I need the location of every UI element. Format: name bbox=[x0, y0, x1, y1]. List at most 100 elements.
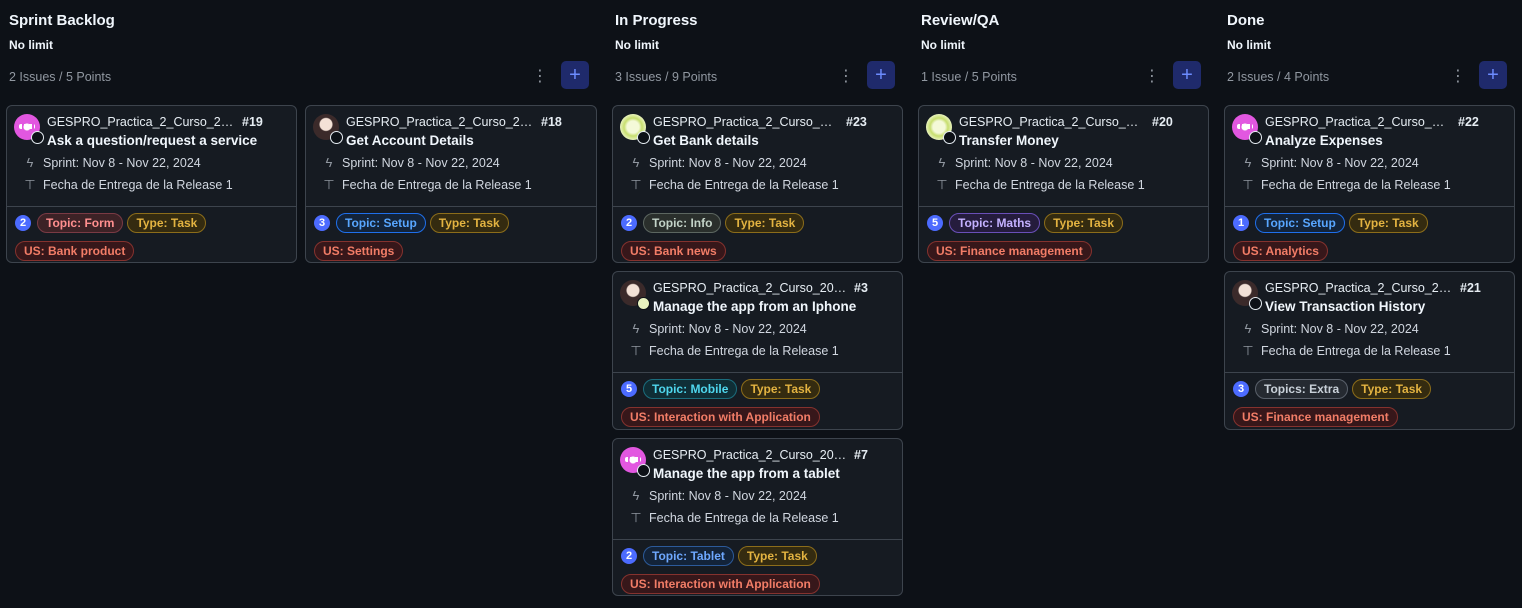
column-count: 2 Issues / 4 Points bbox=[1227, 70, 1330, 84]
type-label[interactable]: Type: Task bbox=[737, 546, 817, 566]
user-story-label[interactable]: US: Interaction with Application bbox=[621, 407, 820, 427]
repo-name[interactable]: GESPRO_Practica_2_Curso_2024... bbox=[653, 448, 853, 462]
repo-name[interactable]: GESPRO_Practica_2_Curso_20... bbox=[1265, 115, 1450, 129]
column-limit: No limit bbox=[615, 38, 659, 52]
issue-number: #20 bbox=[1152, 115, 1173, 129]
user-story-label[interactable]: US: Bank news bbox=[621, 241, 726, 261]
issue-title[interactable]: Ask a question/request a service bbox=[47, 133, 257, 148]
lightning-icon: ϟ bbox=[1244, 321, 1252, 336]
milestone-field: ⊤ Fecha de Entrega de la Release 1 bbox=[629, 510, 838, 526]
github-icon bbox=[31, 131, 44, 144]
issue-card[interactable]: GESPRO_Practica_2_Curso_20... #20 Transf… bbox=[918, 105, 1209, 263]
topic-label[interactable]: Topic: Maths bbox=[949, 213, 1041, 233]
sprint-field: ϟ Sprint: Nov 8 - Nov 22, 2024 bbox=[629, 488, 807, 503]
type-label[interactable]: Type: Task bbox=[429, 213, 509, 233]
add-item-button[interactable]: + bbox=[561, 61, 589, 89]
repo-name[interactable]: GESPRO_Practica_2_Curso_2024... bbox=[653, 281, 853, 295]
milestone-icon: ⊤ bbox=[936, 177, 948, 192]
issue-card[interactable]: GESPRO_Practica_2_Curso_20... #23 Get Ba… bbox=[612, 105, 903, 263]
milestone-icon: ⊤ bbox=[1242, 177, 1254, 192]
milestone-field: ⊤ Fecha de Entrega de la Release 1 bbox=[322, 177, 532, 193]
issue-title[interactable]: Manage the app from a tablet bbox=[653, 466, 840, 481]
github-icon bbox=[1249, 297, 1262, 310]
user-story-label[interactable]: US: Analytics bbox=[1233, 241, 1328, 261]
type-label[interactable]: Type: Task bbox=[1352, 379, 1432, 399]
topic-label[interactable]: Topic: Tablet bbox=[643, 546, 734, 566]
issue-card[interactable]: GESPRO_Practica_2_Curso_202... #21 View … bbox=[1224, 271, 1515, 430]
issue-title[interactable]: Transfer Money bbox=[959, 133, 1059, 148]
column-count: 1 Issue / 5 Points bbox=[921, 70, 1017, 84]
issue-card[interactable]: GESPRO_Practica_2_Curso_202... #19 Ask a… bbox=[6, 105, 297, 263]
issue-title[interactable]: Analyze Expenses bbox=[1265, 133, 1383, 148]
lightning-icon: ϟ bbox=[632, 321, 640, 336]
topic-label[interactable]: Topic: Setup bbox=[336, 213, 426, 233]
user-story-label[interactable]: US: Settings bbox=[314, 241, 404, 261]
github-icon bbox=[943, 131, 956, 144]
type-label[interactable]: Type: Task bbox=[725, 213, 805, 233]
sprint-field: ϟ Sprint: Nov 8 - Nov 22, 2024 bbox=[935, 155, 1113, 170]
kebab-menu-icon[interactable]: ⋮ bbox=[1140, 64, 1164, 88]
repo-name[interactable]: GESPRO_Practica_2_Curso_202... bbox=[47, 115, 239, 129]
points-badge: 2 bbox=[15, 215, 31, 231]
issue-number: #18 bbox=[541, 115, 562, 129]
type-label[interactable]: Type: Task bbox=[127, 213, 207, 233]
lightning-icon: ϟ bbox=[632, 155, 640, 170]
sprint-field: ϟ Sprint: Nov 8 - Nov 22, 2024 bbox=[1241, 321, 1419, 336]
topic-label[interactable]: Topic: Form bbox=[37, 213, 124, 233]
type-label[interactable]: Type: Task bbox=[1044, 213, 1124, 233]
points-badge: 2 bbox=[621, 215, 637, 231]
topic-label[interactable]: Topic: Mobile bbox=[643, 379, 738, 399]
add-item-button[interactable]: + bbox=[1173, 61, 1201, 89]
add-item-button[interactable]: + bbox=[867, 61, 895, 89]
kebab-menu-icon[interactable]: ⋮ bbox=[834, 64, 858, 88]
issue-card[interactable]: GESPRO_Practica_2_Curso_202... #18 Get A… bbox=[305, 105, 597, 263]
sprint-field: ϟ Sprint: Nov 8 - Nov 22, 2024 bbox=[23, 155, 201, 170]
add-item-button[interactable]: + bbox=[1479, 61, 1507, 89]
plus-icon: + bbox=[875, 64, 887, 86]
issue-number: #23 bbox=[846, 115, 867, 129]
issue-title[interactable]: Get Bank details bbox=[653, 133, 759, 148]
topic-label[interactable]: Topics: Extra bbox=[1255, 379, 1349, 399]
lightning-icon: ϟ bbox=[938, 155, 946, 170]
issue-card[interactable]: GESPRO_Practica_2_Curso_20... #22 Analyz… bbox=[1224, 105, 1515, 263]
issue-card[interactable]: GESPRO_Practica_2_Curso_2024... #3 Manag… bbox=[612, 271, 903, 430]
sprint-value: Sprint: Nov 8 - Nov 22, 2024 bbox=[1261, 155, 1419, 170]
kebab-menu-icon[interactable]: ⋮ bbox=[1446, 64, 1470, 88]
repo-name[interactable]: GESPRO_Practica_2_Curso_202... bbox=[346, 115, 538, 129]
points-badge: 2 bbox=[621, 548, 637, 564]
lightning-icon: ϟ bbox=[1244, 155, 1252, 170]
milestone-value: Fecha de Entrega de la Release 1 bbox=[649, 344, 839, 358]
user-story-label[interactable]: US: Finance management bbox=[1233, 407, 1398, 427]
issue-number: #7 bbox=[854, 448, 868, 462]
milestone-field: ⊤ Fecha de Entrega de la Release 1 bbox=[629, 343, 839, 359]
issue-title[interactable]: Manage the app from an Iphone bbox=[653, 299, 856, 314]
repo-name[interactable]: GESPRO_Practica_2_Curso_20... bbox=[653, 115, 838, 129]
issue-title[interactable]: View Transaction History bbox=[1265, 299, 1425, 314]
column-done: Done No limit 2 Issues / 4 Points ⋮ + GE… bbox=[1224, 0, 1516, 608]
user-story-label[interactable]: US: Bank product bbox=[15, 241, 135, 261]
user-story-label[interactable]: US: Finance management bbox=[927, 241, 1092, 261]
type-label[interactable]: Type: Task bbox=[741, 379, 821, 399]
github-icon bbox=[330, 131, 343, 144]
issue-title[interactable]: Get Account Details bbox=[346, 133, 474, 148]
column-title: Done bbox=[1227, 12, 1265, 29]
column-sprint-backlog: Sprint Backlog No limit 2 Issues / 5 Poi… bbox=[6, 0, 597, 608]
issue-card[interactable]: GESPRO_Practica_2_Curso_2024... #7 Manag… bbox=[612, 438, 903, 596]
github-icon bbox=[637, 131, 650, 144]
milestone-field: ⊤ Fecha de Entrega de la Release 1 bbox=[1241, 343, 1450, 359]
lightning-icon: ϟ bbox=[325, 155, 333, 170]
repo-name[interactable]: GESPRO_Practica_2_Curso_20... bbox=[959, 115, 1144, 129]
kebab-menu-icon[interactable]: ⋮ bbox=[528, 64, 552, 88]
topic-label[interactable]: Topic: Info bbox=[643, 213, 722, 233]
milestone-value: Fecha de Entrega de la Release 1 bbox=[955, 178, 1145, 192]
column-limit: No limit bbox=[921, 38, 965, 52]
topic-label[interactable]: Topic: Setup bbox=[1255, 213, 1345, 233]
assignee-avatar-icon bbox=[637, 297, 650, 310]
milestone-value: Fecha de Entrega de la Release 1 bbox=[342, 178, 532, 192]
user-story-label[interactable]: US: Interaction with Application bbox=[621, 574, 820, 594]
repo-name[interactable]: GESPRO_Practica_2_Curso_202... bbox=[1265, 281, 1457, 295]
type-label[interactable]: Type: Task bbox=[1348, 213, 1428, 233]
lightning-icon: ϟ bbox=[632, 488, 640, 503]
github-icon bbox=[1249, 131, 1262, 144]
sprint-value: Sprint: Nov 8 - Nov 22, 2024 bbox=[43, 155, 201, 170]
